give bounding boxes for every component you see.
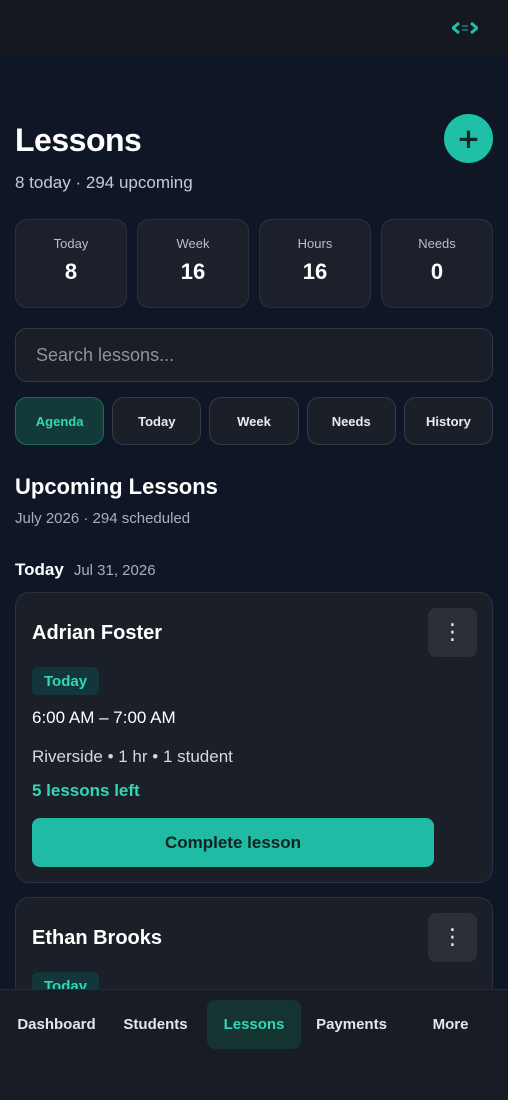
nav-students[interactable]: Students — [107, 1000, 204, 1049]
more-vertical-icon[interactable]: ⋮ — [428, 608, 477, 657]
plus-icon: + — [456, 122, 481, 155]
stats-row: Today 8 Week 16 Hours 16 Needs 0 — [15, 219, 493, 308]
nav-lessons[interactable]: Lessons — [207, 1000, 301, 1049]
stat-value: 8 — [64, 259, 78, 284]
top-bar — [0, 0, 508, 54]
student-name: Adrian Foster — [32, 622, 163, 644]
lesson-meta: Riverside • 1 hr • 1 student — [32, 747, 233, 766]
page-subtitle: 8 today · 294 upcoming — [15, 173, 193, 192]
stat-value: 16 — [180, 259, 206, 284]
more-vertical-icon[interactable]: ⋮ — [428, 913, 477, 962]
nav-more[interactable]: More — [402, 1000, 499, 1049]
day-header: Today Jul 31, 2026 — [15, 560, 156, 580]
lessons-remaining: 5 lessons left — [32, 781, 140, 800]
stat-label: Today — [53, 236, 89, 251]
stat-card-today: Today 8 — [15, 219, 127, 308]
lesson-card[interactable]: Adrian Foster ⋮ Today 6:00 AM – 7:00 AM … — [15, 592, 493, 883]
code-brackets-icon[interactable] — [452, 22, 478, 34]
section-subtitle: July 2026 · 294 scheduled — [15, 510, 191, 527]
filter-needs[interactable]: Needs — [306, 397, 396, 445]
day-label: Today — [15, 560, 64, 579]
stat-label: Week — [176, 236, 210, 251]
stat-label: Needs — [418, 236, 456, 251]
filter-today[interactable]: Today — [112, 397, 202, 445]
stat-card-hours: Hours 16 — [259, 219, 371, 308]
section-title: Upcoming Lessons — [15, 474, 218, 499]
lesson-time: 6:00 AM – 7:00 AM — [32, 708, 176, 727]
stat-value: 16 — [302, 259, 328, 284]
filter-history[interactable]: History — [403, 397, 494, 445]
student-name: Ethan Brooks — [32, 927, 163, 949]
complete-lesson-button[interactable]: Complete lesson — [32, 818, 434, 867]
stat-card-week: Week 16 — [137, 219, 249, 308]
search-input[interactable] — [15, 328, 493, 382]
filter-tabs: Agenda Today Week Needs History — [15, 397, 494, 445]
stat-value: 0 — [430, 259, 444, 284]
status-badge: Today — [32, 667, 100, 695]
filter-agenda[interactable]: Agenda — [15, 397, 105, 445]
page-title: Lessons — [15, 122, 142, 158]
add-lesson-button[interactable]: + — [444, 114, 493, 163]
stat-label: Hours — [297, 236, 333, 251]
stat-card-needs: Needs 0 — [381, 219, 493, 308]
nav-payments[interactable]: Payments — [303, 1000, 400, 1049]
bottom-nav: Dashboard Students Lessons Payments More — [0, 989, 508, 1100]
filter-week[interactable]: Week — [209, 397, 299, 445]
nav-dashboard[interactable]: Dashboard — [8, 1000, 105, 1049]
day-date: Jul 31, 2026 — [73, 562, 156, 579]
page-header: Lessons 8 today · 294 upcoming + — [15, 112, 493, 202]
